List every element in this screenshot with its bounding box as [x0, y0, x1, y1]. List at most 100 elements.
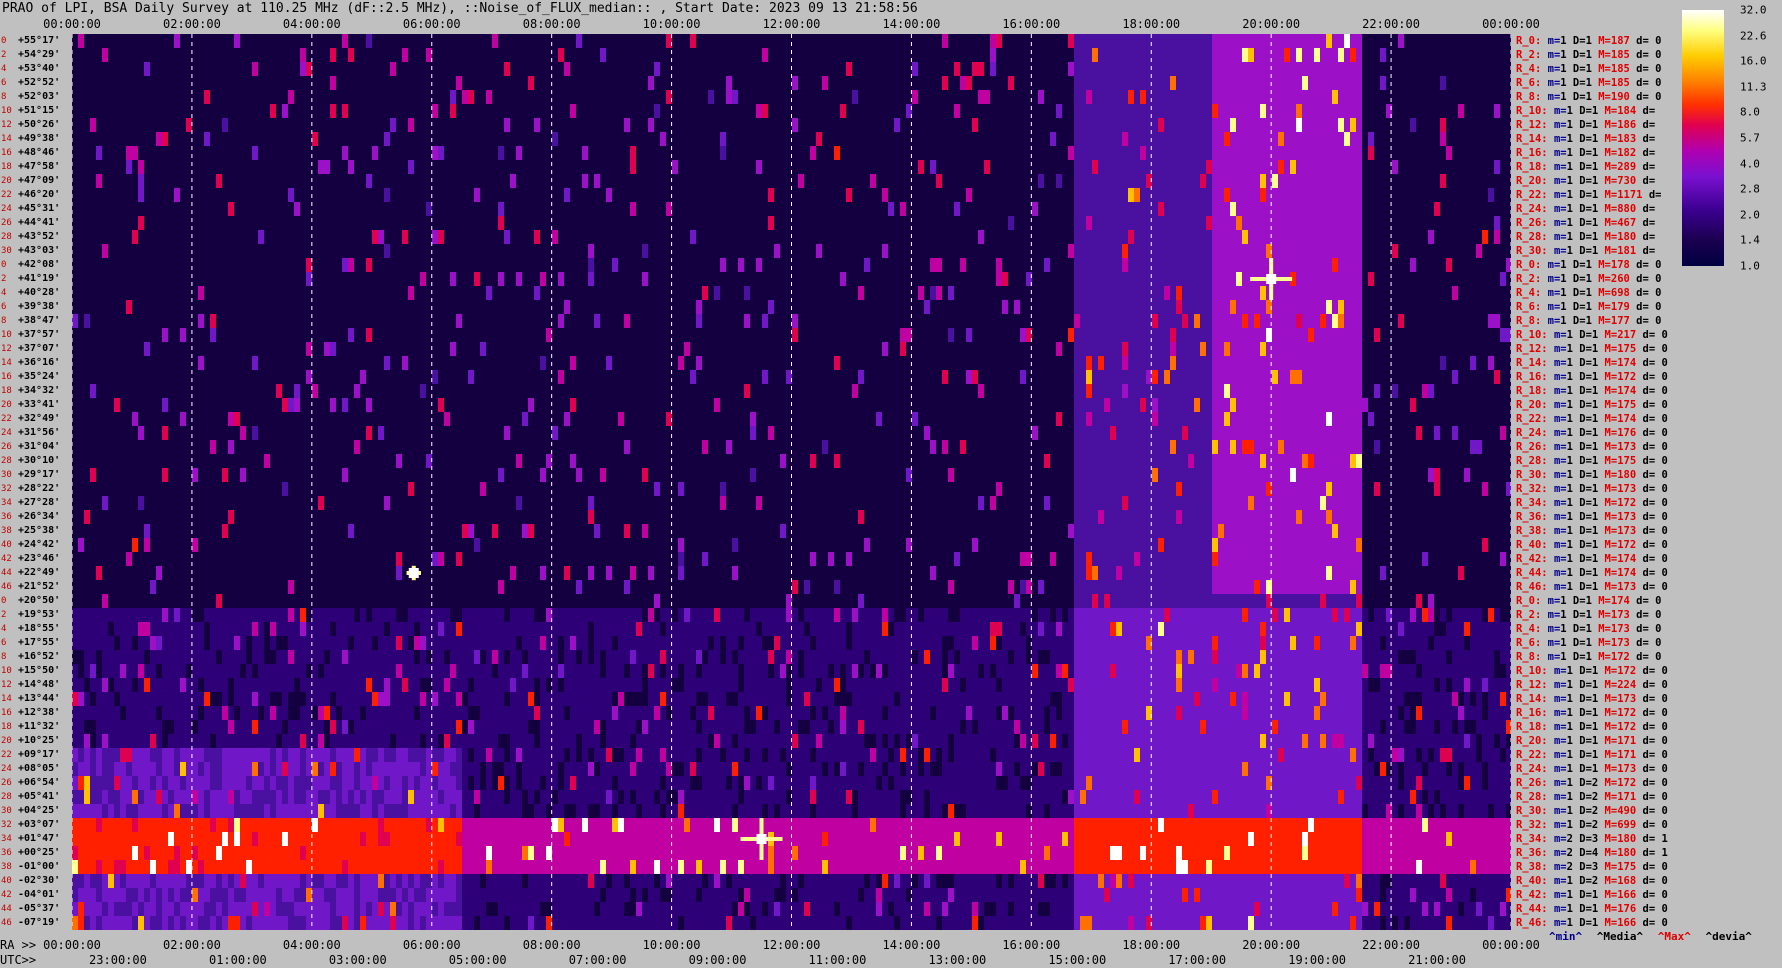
heatmap-cell: [1254, 566, 1260, 580]
heatmap-cell: [264, 748, 270, 762]
heatmap-cell: [792, 608, 798, 622]
heatmap-cell: [870, 748, 876, 762]
heatmap-cell: [1320, 286, 1326, 300]
heatmap-cell: [1218, 398, 1224, 412]
heatmap-cell: [1242, 146, 1248, 160]
declination-row: 12 +37°07': [0, 342, 72, 356]
heatmap-cell: [750, 608, 756, 622]
heatmap-cell: [1206, 328, 1212, 342]
heatmap-cell: [216, 622, 222, 636]
heatmap-cell: [606, 720, 612, 734]
heatmap-cell: [1164, 454, 1170, 468]
heatmap-cell: [1374, 440, 1380, 454]
heatmap-cell: [438, 664, 444, 678]
heatmap-cell: [432, 370, 438, 384]
heatmap-cell: [1122, 482, 1128, 496]
heatmap-cell: [1356, 244, 1362, 258]
heatmap-cell: [792, 328, 798, 342]
heatmap-cell: [1488, 706, 1494, 720]
heatmap-cell: [258, 678, 264, 692]
heatmap-cell: [1302, 146, 1308, 160]
heatmap-cell: [834, 734, 840, 748]
heatmap-cell: [1254, 426, 1260, 440]
heatmap-cell: [1296, 468, 1302, 482]
heatmap-cell: [834, 608, 840, 622]
heatmap-cell: [1344, 412, 1350, 426]
heatmap-cell: [246, 608, 252, 622]
heatmap-cell: [1314, 384, 1320, 398]
heatmap-cell: [1458, 650, 1464, 664]
heatmap-cell: [810, 454, 816, 468]
heatmap-cell: [1170, 664, 1176, 678]
top-tick-label: 12:00:00: [762, 17, 821, 31]
heatmap-cell: [1062, 664, 1068, 678]
declination-label: +35°24': [18, 371, 61, 382]
heatmap-cell: [354, 678, 360, 692]
heatmap-cell: [546, 748, 552, 762]
heatmap-cell: [1320, 426, 1326, 440]
heatmap-cell: [1236, 202, 1242, 216]
heatmap-cell: [1212, 510, 1218, 524]
heatmap-cell: [630, 622, 636, 636]
heatmap-cell: [1188, 636, 1194, 650]
heatmap-cell: [1152, 174, 1158, 188]
heatmap-cell: [582, 622, 588, 636]
heatmap-cell: [396, 636, 402, 650]
heatmap-cell: [852, 636, 858, 650]
heatmap-cell: [1110, 594, 1116, 608]
heatmap-cell: [444, 706, 450, 720]
heatmap-cell: [102, 692, 108, 706]
heatmap-cell: [588, 692, 594, 706]
heatmap-cell: [1398, 692, 1404, 706]
heatmap-cell: [1116, 286, 1122, 300]
heatmap-cell: [1128, 34, 1134, 48]
heatmap-cell: [516, 454, 522, 468]
heatmap-cell: [618, 650, 624, 664]
heatmap-cell: [1104, 160, 1110, 174]
heatmap-cell: [1176, 104, 1182, 118]
heatmap-cell: [1344, 258, 1350, 272]
heatmap-cell: [1260, 356, 1266, 370]
heatmap-cell: [306, 734, 312, 748]
heatmap-cell: [1326, 62, 1332, 76]
heatmap-cell: [234, 636, 240, 650]
heatmap-cell: [360, 720, 366, 734]
heatmap-cell: [1158, 748, 1164, 762]
heatmap-cell: [888, 678, 894, 692]
heatmap-cell: [552, 650, 558, 664]
heatmap-cell: [1110, 132, 1116, 146]
heatmap-cell: [1098, 174, 1104, 188]
heatmap-cell: [1326, 412, 1332, 426]
heatmap-cell: [1158, 636, 1164, 650]
heatmap-cell: [1350, 608, 1356, 622]
heatmap-cell: [1272, 384, 1278, 398]
heatmap-cell: [120, 622, 126, 636]
heatmap-cell: [1356, 468, 1362, 482]
heatmap-cell: [186, 748, 192, 762]
heatmap-cell: [1092, 594, 1098, 608]
heatmap-cell: [432, 720, 438, 734]
heatmap-cell: [876, 636, 882, 650]
heatmap-cell: [1176, 720, 1182, 734]
heatmap-cell: [648, 734, 654, 748]
heatmap-cell: [1320, 160, 1326, 174]
heatmap-cell: [1194, 34, 1200, 48]
heatmap-cell: [1158, 566, 1164, 580]
heatmap-cell: [486, 650, 492, 664]
heatmap-cell: [1092, 580, 1098, 594]
heatmap-cell: [1092, 692, 1098, 706]
heatmap-cell: [1098, 300, 1104, 314]
heatmap-cell: [1176, 230, 1182, 244]
heatmap-cell: [1398, 636, 1404, 650]
heatmap-cell: [1188, 482, 1194, 496]
heatmap-cell: [348, 706, 354, 720]
heatmap-cell: [1434, 692, 1440, 706]
heatmap-cell: [180, 650, 186, 664]
heatmap-cell: [1140, 636, 1146, 650]
heatmap-cell: [1332, 664, 1338, 678]
heatmap-cell: [1194, 622, 1200, 636]
heatmap-cell: [918, 650, 924, 664]
heatmap-cell: [1398, 34, 1404, 48]
heatmap-cell: [702, 622, 708, 636]
heatmap-cell: [1350, 48, 1356, 62]
